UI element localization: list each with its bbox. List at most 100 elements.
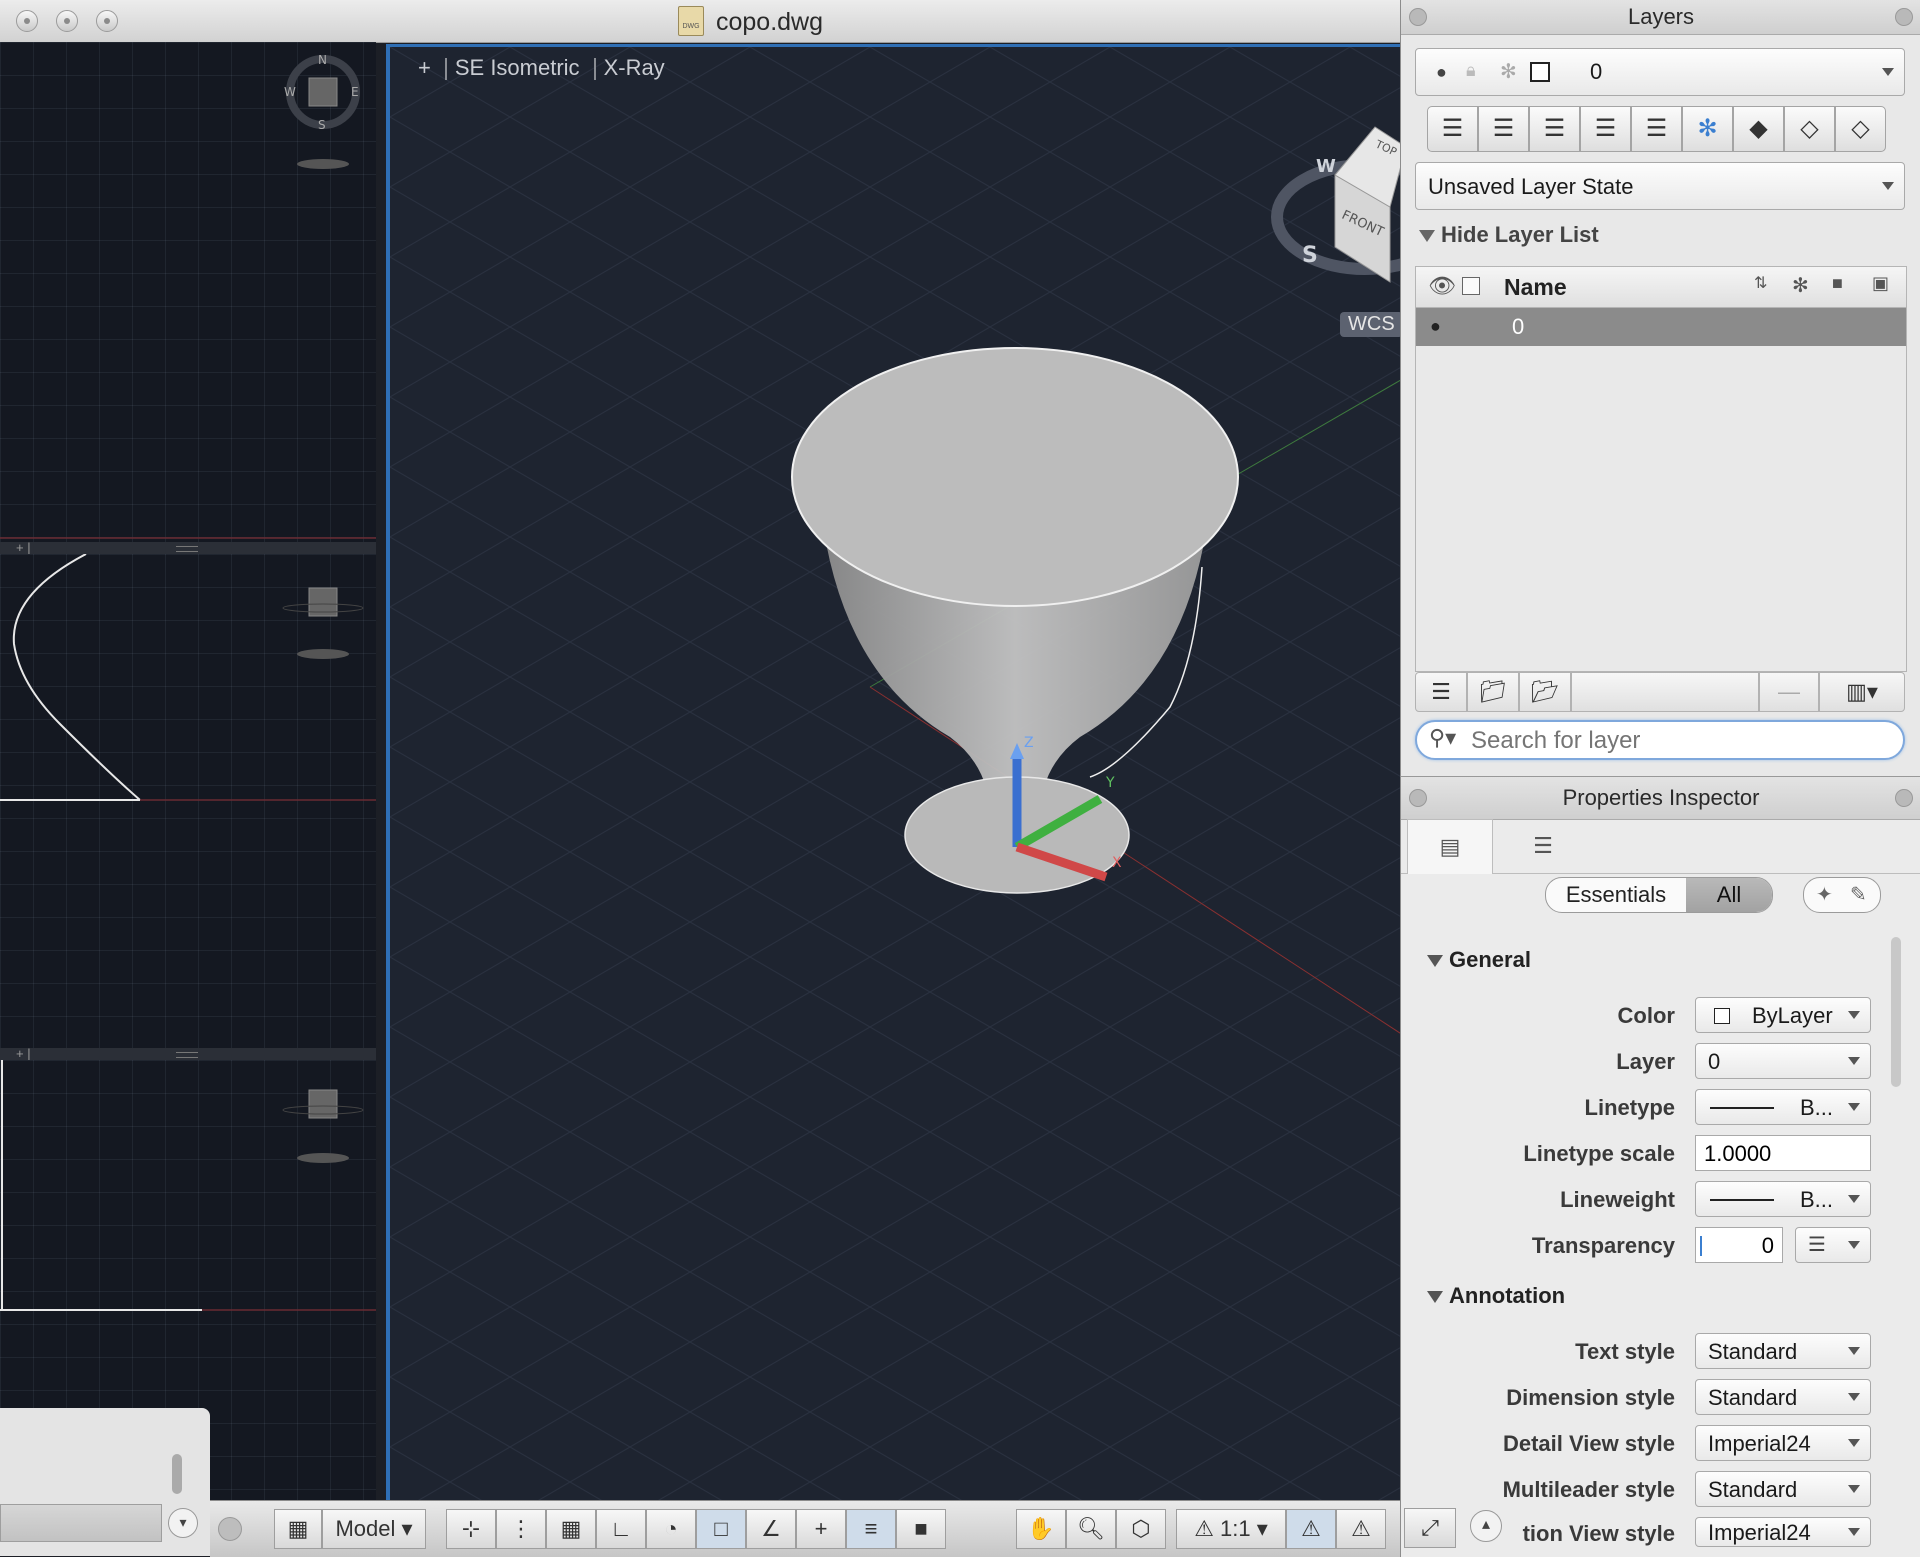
viewport-splitter[interactable]: + | bbox=[0, 540, 376, 555]
zoom-icon[interactable]: 🔍︎ bbox=[1066, 1509, 1116, 1549]
object-snap-icon[interactable]: □ bbox=[696, 1509, 746, 1549]
panel-close-button[interactable] bbox=[1409, 789, 1427, 807]
viewport-top-plan[interactable]: N S E W bbox=[0, 42, 376, 542]
view-name[interactable]: SE Isometric bbox=[455, 55, 580, 80]
layer-dropdown[interactable]: 0 bbox=[1695, 1043, 1871, 1079]
linetype-scale-field[interactable]: 1.0000 bbox=[1695, 1135, 1871, 1171]
detail-view-style-dropdown[interactable]: Imperial24 bbox=[1695, 1425, 1871, 1461]
plot-column-icon[interactable]: ▣ bbox=[1872, 273, 1889, 294]
status-bar-grip[interactable] bbox=[218, 1517, 242, 1541]
annotation-scale-dropdown[interactable]: ⚠ 1:1 ▾ bbox=[1176, 1509, 1286, 1549]
minimize-window-button[interactable] bbox=[56, 10, 78, 32]
wcs-menu[interactable]: WCS bbox=[1340, 312, 1403, 337]
command-input[interactable] bbox=[0, 1504, 162, 1542]
tab-layers[interactable]: ☰ bbox=[1501, 819, 1585, 873]
chevron-down-icon bbox=[1848, 1485, 1860, 1493]
viewport-canvas[interactable]: Z Y X FRONT TOP W S bbox=[390, 47, 1406, 1545]
visual-style[interactable]: X-Ray bbox=[604, 55, 665, 80]
columns-menu-button[interactable]: ▥▾ bbox=[1819, 672, 1905, 712]
mini-viewcube-compass[interactable]: N S E W bbox=[0, 42, 376, 542]
layer-on-icon[interactable]: ● bbox=[1430, 316, 1441, 337]
general-section-header[interactable]: General bbox=[1427, 947, 1531, 973]
orbit-icon[interactable]: ⬡ bbox=[1116, 1509, 1166, 1549]
annotation-visibility-icon[interactable]: ⚠ bbox=[1286, 1509, 1336, 1549]
current-layer-dropdown[interactable]: ● 🔒︎ ✻ 0 bbox=[1415, 48, 1905, 96]
new-layer-icon[interactable]: ☰ bbox=[1427, 106, 1478, 152]
command-line-panel[interactable]: ▾ bbox=[0, 1408, 210, 1556]
layer-off-icon[interactable]: ◆ bbox=[1733, 106, 1784, 152]
layer-row[interactable]: ● 0 bbox=[1416, 308, 1906, 346]
layer-search-field[interactable]: ⚲▾ bbox=[1415, 720, 1905, 760]
all-mode-button[interactable]: All bbox=[1686, 878, 1772, 912]
fullscreen-icon[interactable]: ⤢ bbox=[1404, 1508, 1456, 1548]
new-group-button[interactable]: 📁︎ bbox=[1467, 672, 1519, 712]
layer-isolate-icon[interactable]: ☰ bbox=[1580, 106, 1631, 152]
annotation-section-header[interactable]: Annotation bbox=[1427, 1283, 1565, 1309]
viewport-controls-label[interactable]: + SE Isometric X-Ray bbox=[418, 55, 673, 81]
layer-list[interactable]: 👁︎ Name ⇅ ✻ ■ ▣ ● 0 bbox=[1415, 266, 1907, 672]
multileader-style-dropdown[interactable]: Standard bbox=[1695, 1471, 1871, 1507]
lock-column-icon[interactable]: ■ bbox=[1832, 273, 1843, 294]
zoom-window-button[interactable] bbox=[96, 10, 118, 32]
new-filter-group-button[interactable]: 📂︎ bbox=[1519, 672, 1571, 712]
chevron-down-icon bbox=[1848, 1439, 1860, 1447]
delete-layer-button[interactable]: — bbox=[1759, 672, 1819, 712]
transparency-display-icon[interactable]: ■ bbox=[896, 1509, 946, 1549]
grid-display-icon[interactable]: ▦ bbox=[546, 1509, 596, 1549]
layer-search-input[interactable] bbox=[1469, 726, 1893, 756]
new-layer-button[interactable]: ☰ bbox=[1415, 672, 1467, 712]
snap-icon[interactable]: ⊹ bbox=[446, 1509, 496, 1549]
layer-state-dropdown[interactable]: Unsaved Layer State bbox=[1415, 162, 1905, 210]
object-snap-tracking-icon[interactable]: + bbox=[796, 1509, 846, 1549]
pick-add-icon[interactable]: ✎ bbox=[1850, 882, 1867, 907]
layer-unlock-icon[interactable]: ◇ bbox=[1835, 106, 1886, 152]
polar-tracking-icon[interactable]: ◔ bbox=[646, 1509, 696, 1549]
chevron-up-icon[interactable]: ▴ bbox=[1470, 1510, 1502, 1542]
main-3d-viewport[interactable]: Z Y X FRONT TOP W S + SE Isometric X-Ray W… bbox=[386, 44, 1406, 1545]
freeze-column-icon[interactable]: ✻ bbox=[1792, 273, 1809, 298]
dimension-style-dropdown[interactable]: Standard bbox=[1695, 1379, 1871, 1415]
close-window-button[interactable] bbox=[16, 10, 38, 32]
layer-match-icon[interactable]: ☰ bbox=[1478, 106, 1529, 152]
panel-close-button[interactable] bbox=[1409, 8, 1427, 26]
color-column-icon[interactable] bbox=[1462, 277, 1480, 295]
sort-arrows-icon[interactable]: ⇅ bbox=[1754, 273, 1767, 293]
mode-segmented-control[interactable]: Essentials All bbox=[1545, 877, 1773, 913]
color-dropdown[interactable]: ByLayer bbox=[1695, 997, 1871, 1033]
tab-properties[interactable]: ▤ bbox=[1407, 819, 1493, 874]
grid-snap-icon[interactable]: ⋮ bbox=[496, 1509, 546, 1549]
properties-scrollbar[interactable] bbox=[1891, 937, 1901, 1087]
lineweight-dropdown[interactable]: B... bbox=[1695, 1181, 1871, 1217]
ortho-icon[interactable]: ∟ bbox=[596, 1509, 646, 1549]
transparency-field[interactable]: 0 bbox=[1695, 1227, 1783, 1263]
quick-select-icon[interactable]: ✦ bbox=[1816, 882, 1833, 907]
essentials-mode-button[interactable]: Essentials bbox=[1546, 878, 1686, 912]
command-history-button[interactable]: ▾ bbox=[168, 1508, 198, 1538]
goblet-rim bbox=[791, 347, 1239, 607]
linetype-dropdown[interactable]: B... bbox=[1695, 1089, 1871, 1125]
viewport-menu-plus[interactable]: + bbox=[418, 55, 431, 80]
viewport-splitter-2[interactable]: + | bbox=[0, 1046, 376, 1061]
model-space-dropdown[interactable]: Model ▾ bbox=[322, 1509, 426, 1549]
command-scrollbar[interactable] bbox=[172, 1454, 182, 1494]
auto-scale-icon[interactable]: ⚠ bbox=[1336, 1509, 1386, 1549]
layout-grid-icon[interactable]: ▦ bbox=[274, 1509, 322, 1549]
transparency-bylayer-button[interactable]: ☰ bbox=[1795, 1227, 1871, 1263]
name-column-header[interactable]: Name bbox=[1504, 274, 1567, 301]
layer-lock-icon[interactable]: ◇ bbox=[1784, 106, 1835, 152]
layer-previous-icon[interactable]: ☰ bbox=[1529, 106, 1580, 152]
lineweight-display-icon[interactable]: ≡ bbox=[846, 1509, 896, 1549]
section-view-style-dropdown[interactable]: Imperial24 bbox=[1695, 1517, 1871, 1547]
viewport-middle-profile[interactable] bbox=[0, 554, 376, 1048]
layer-freeze-icon[interactable]: ✻ bbox=[1682, 106, 1733, 152]
hide-layer-list-toggle[interactable]: Hide Layer List bbox=[1419, 222, 1599, 248]
color-swatch bbox=[1714, 1008, 1730, 1024]
3d-osnap-icon[interactable]: ∠ bbox=[746, 1509, 796, 1549]
visibility-column-icon[interactable]: 👁︎ bbox=[1428, 273, 1456, 299]
text-style-dropdown[interactable]: Standard bbox=[1695, 1333, 1871, 1369]
compass-w-label: W bbox=[284, 85, 296, 99]
layer-unisolate-icon[interactable]: ☰ bbox=[1631, 106, 1682, 152]
pan-icon[interactable]: ✋ bbox=[1016, 1509, 1066, 1549]
panel-options-button[interactable] bbox=[1895, 8, 1913, 26]
panel-options-button[interactable] bbox=[1895, 789, 1913, 807]
